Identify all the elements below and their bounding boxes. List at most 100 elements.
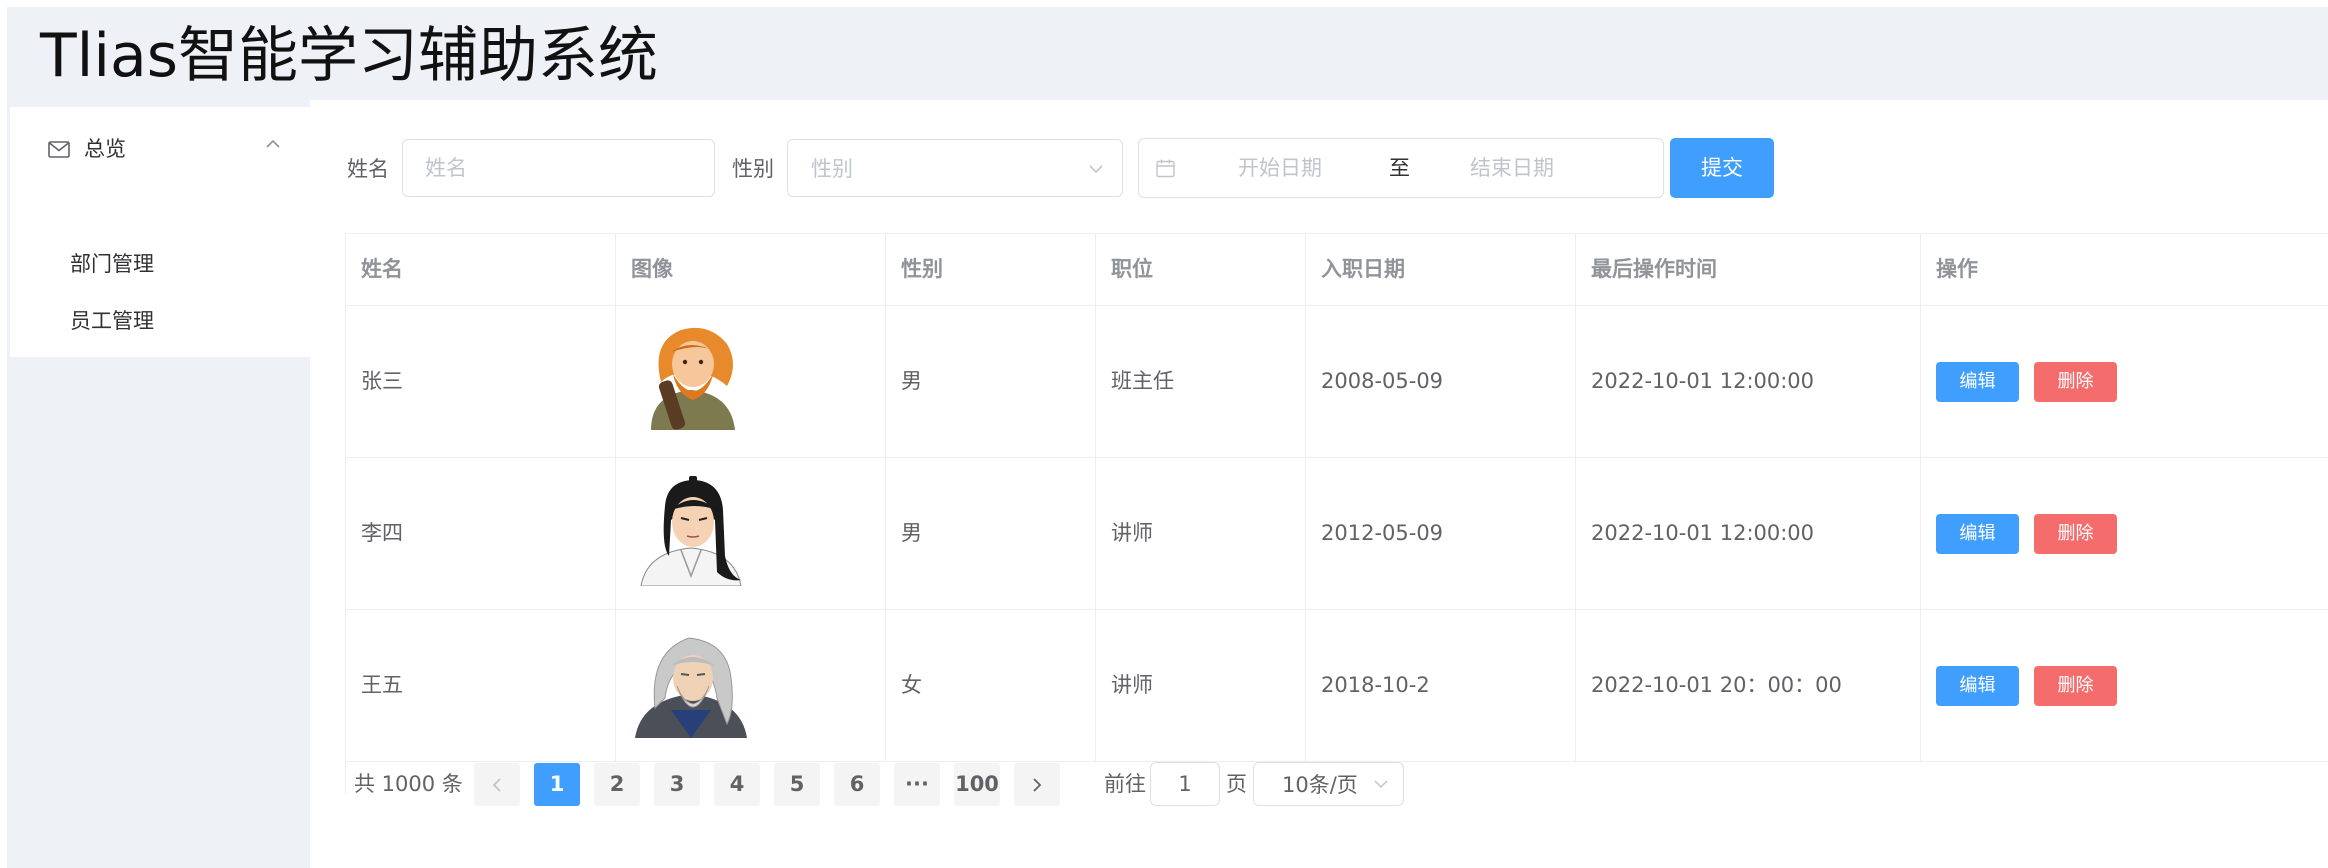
- avatar-black-haired-swordsman: [640, 476, 742, 586]
- employee-gender: 女: [901, 673, 922, 697]
- column-header-name: 姓名: [361, 257, 403, 281]
- header-cell: 入职日期: [1306, 234, 1576, 305]
- employee-name: 王五: [361, 673, 403, 697]
- submit-button[interactable]: 提交: [1670, 138, 1774, 198]
- sidebar: 总览 部门管理 员工管理: [7, 100, 310, 868]
- chevron-down-icon: [1374, 780, 1388, 789]
- pagination-total: 共 1000 条: [354, 772, 463, 796]
- cell-entry-date: 2018-10-2: [1306, 610, 1576, 761]
- employee-table: 姓名 图像 性别 职位 入职日期 最后操作时间 操作 张三 男 班主任 2008…: [345, 233, 2328, 793]
- employee-entry-date: 2018-10-2: [1321, 673, 1430, 697]
- employee-update-time: 2022-10-01 12:00:00: [1591, 521, 1815, 545]
- cell-actions: 编辑 删除: [1921, 306, 2328, 457]
- page-ellipsis[interactable]: ···: [894, 763, 940, 806]
- app-title: Tlias智能学习辅助系统: [40, 21, 659, 91]
- cell-image: [616, 306, 886, 457]
- employee-position: 讲师: [1111, 673, 1153, 697]
- prev-page-button[interactable]: [474, 763, 520, 806]
- menu-group-label: 总览: [84, 137, 126, 161]
- edit-button[interactable]: 编辑: [1936, 666, 2019, 706]
- employee-gender: 男: [901, 521, 922, 545]
- page-size-select[interactable]: 10条/页: [1253, 762, 1404, 806]
- goto-page-box: [1150, 762, 1220, 806]
- cell-entry-date: 2012-05-09: [1306, 458, 1576, 609]
- employee-name: 李四: [361, 521, 403, 545]
- next-page-button[interactable]: [1014, 763, 1060, 806]
- delete-button[interactable]: 删除: [2034, 666, 2117, 706]
- employee-entry-date: 2012-05-09: [1321, 521, 1444, 545]
- sidebar-item-label: 部门管理: [70, 252, 154, 276]
- chevron-left-icon: [492, 778, 501, 792]
- name-input-box: [402, 139, 715, 197]
- edit-button[interactable]: 编辑: [1936, 362, 2019, 402]
- page-number[interactable]: 3: [654, 763, 700, 806]
- employee-update-time: 2022-10-01 12:00:00: [1591, 369, 1815, 393]
- header-cell: 操作: [1921, 234, 2328, 305]
- app-header: Tlias智能学习辅助系统: [7, 7, 2328, 100]
- page-number[interactable]: 5: [774, 763, 820, 806]
- column-header-entry-date: 入职日期: [1321, 257, 1405, 281]
- sidebar-item-department[interactable]: 部门管理: [10, 236, 310, 292]
- column-header-update-time: 最后操作时间: [1591, 257, 1717, 281]
- employee-position: 讲师: [1111, 521, 1153, 545]
- start-date-input[interactable]: 开始日期: [1238, 153, 1322, 183]
- column-header-position: 职位: [1111, 257, 1153, 281]
- cell-entry-date: 2008-05-09: [1306, 306, 1576, 457]
- page-number[interactable]: 4: [714, 763, 760, 806]
- page-number[interactable]: 6: [834, 763, 880, 806]
- cell-update-time: 2022-10-01 12:00:00: [1576, 458, 1921, 609]
- cell-update-time: 2022-10-01 12:00:00: [1576, 306, 1921, 457]
- cell-gender: 男: [886, 306, 1096, 457]
- header-cell: 职位: [1096, 234, 1306, 305]
- cell-position: 讲师: [1096, 610, 1306, 761]
- calendar-icon: [1156, 159, 1175, 178]
- avatar-orange-haired-warrior: [651, 327, 735, 430]
- column-header-gender: 性别: [901, 257, 943, 281]
- app-frame: Tlias智能学习辅助系统 总览 部门管理 员工管理 姓名 姓名 性别 性别 开…: [7, 7, 2328, 868]
- chevron-right-icon: [1033, 778, 1042, 792]
- mail-icon: [48, 141, 70, 158]
- table-row: 李四 男 讲师 2012-05-09 2022-10-01 12:00:00 编…: [346, 458, 2328, 610]
- name-input[interactable]: [403, 140, 714, 196]
- main-content: 姓名 性别 性别 开始日期 至 结束日期 提交 姓名: [310, 100, 2328, 868]
- cell-gender: 女: [886, 610, 1096, 761]
- menu-group-overview[interactable]: 总览: [10, 107, 310, 187]
- page-number[interactable]: 2: [594, 763, 640, 806]
- page-size-value: 10条/页: [1282, 773, 1358, 797]
- edit-button[interactable]: 编辑: [1936, 514, 2019, 554]
- employee-update-time: 2022-10-01 20：00：00: [1591, 673, 1842, 697]
- end-date-input[interactable]: 结束日期: [1470, 153, 1554, 183]
- avatar-grey-haired-elder: [635, 637, 747, 738]
- gender-select[interactable]: 性别: [787, 139, 1123, 197]
- chevron-up-icon: [266, 139, 280, 148]
- page-number[interactable]: 1: [534, 763, 580, 806]
- page-number[interactable]: 100: [954, 763, 1000, 806]
- goto-prefix: 前往: [1104, 772, 1146, 796]
- cell-gender: 男: [886, 458, 1096, 609]
- delete-button[interactable]: 删除: [2034, 362, 2117, 402]
- cell-name: 王五: [346, 610, 616, 761]
- goto-suffix: 页: [1226, 772, 1247, 796]
- cell-position: 讲师: [1096, 458, 1306, 609]
- cell-image: [616, 610, 886, 761]
- employee-position: 班主任: [1111, 369, 1174, 393]
- cell-name: 张三: [346, 306, 616, 457]
- cell-name: 李四: [346, 458, 616, 609]
- column-header-image: 图像: [631, 257, 673, 281]
- sidebar-item-employee[interactable]: 员工管理: [10, 293, 310, 349]
- date-range-picker[interactable]: 开始日期 至 结束日期: [1138, 138, 1664, 198]
- name-label: 姓名: [347, 157, 389, 181]
- gender-placeholder: 性别: [811, 157, 853, 181]
- range-separator: 至: [1389, 156, 1410, 180]
- header-cell: 性别: [886, 234, 1096, 305]
- goto-page-input[interactable]: [1151, 763, 1219, 805]
- cell-image: [616, 458, 886, 609]
- cell-actions: 编辑 删除: [1921, 458, 2328, 609]
- employee-name: 张三: [361, 369, 403, 393]
- header-cell: 图像: [616, 234, 886, 305]
- sidebar-item-label: 员工管理: [70, 309, 154, 333]
- delete-button[interactable]: 删除: [2034, 514, 2117, 554]
- table-row: 王五 女 讲师 2018-10-2 2022-10-01 20：00：00 编辑…: [346, 610, 2328, 762]
- column-header-actions: 操作: [1936, 257, 1978, 281]
- table-row: 张三 男 班主任 2008-05-09 2022-10-01 12:00:00 …: [346, 306, 2328, 458]
